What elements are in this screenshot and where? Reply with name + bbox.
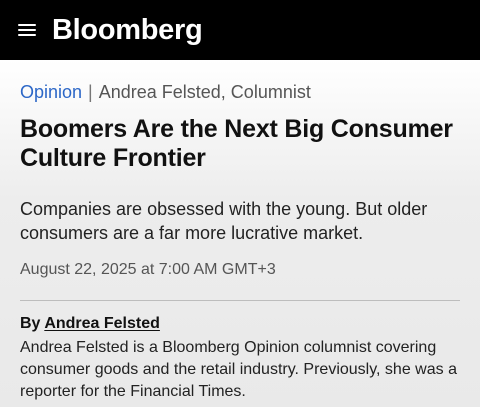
kicker-separator: |: [88, 82, 93, 102]
bloomberg-logo[interactable]: Bloomberg: [52, 14, 203, 47]
divider: [20, 300, 460, 301]
publish-date: August 22, 2025 at 7:00 AM GMT+3: [20, 261, 276, 278]
article-kicker: Opinion | Andrea Felsted, Columnist: [20, 81, 460, 103]
author-bio: Andrea Felsted is a Bloomberg Opinion co…: [20, 339, 457, 400]
article-dek: Companies are obsessed with the young. B…: [20, 199, 428, 243]
byline: By Andrea Felsted: [20, 314, 460, 334]
top-navigation-bar: Bloomberg: [0, 0, 480, 60]
article-headline: Boomers Are the Next Big Consumer Cultur…: [20, 115, 453, 172]
columnist-label: Andrea Felsted, Columnist: [98, 82, 311, 102]
byline-prefix: By: [20, 315, 41, 332]
article-header: Opinion | Andrea Felsted, Columnist Boomer…: [0, 60, 480, 407]
hamburger-menu-icon[interactable]: [18, 22, 36, 38]
author-link[interactable]: Andrea Felsted: [44, 315, 160, 332]
section-link-opinion[interactable]: Opinion: [20, 82, 82, 102]
